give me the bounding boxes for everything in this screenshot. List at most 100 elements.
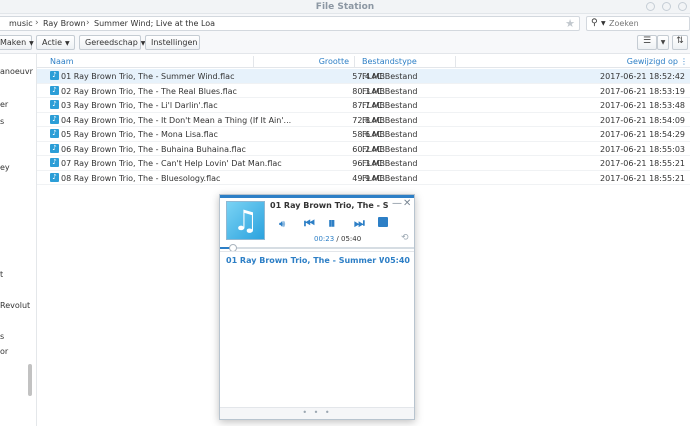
file-name: 08 Ray Brown Trio, The - Bluesology.flac xyxy=(61,173,221,183)
table-row[interactable]: ♪ 08 Ray Brown Trio, The - Bluesology.fla… xyxy=(37,171,690,185)
file-type: FLAC Bestand xyxy=(362,144,418,154)
column-divider[interactable] xyxy=(354,56,355,67)
minimize-icon[interactable]: — xyxy=(392,198,402,209)
sidebar-item[interactable]: ey xyxy=(0,163,10,172)
maximize-icon[interactable] xyxy=(678,2,687,11)
time-separator: / xyxy=(334,235,341,243)
column-name[interactable]: Naam xyxy=(50,57,74,66)
help-icon[interactable] xyxy=(646,2,655,11)
table-row[interactable]: ♪ 02 Ray Brown Trio, The - The Real Blues… xyxy=(37,84,690,98)
sidebar-item[interactable]: s xyxy=(0,117,4,126)
create-button[interactable]: Maken ▼ xyxy=(0,35,34,50)
album-cover: ♫ xyxy=(226,201,265,240)
audio-file-icon: ♪ xyxy=(50,85,59,95)
breadcrumb-ray-brown[interactable]: Ray Brown xyxy=(43,19,86,28)
file-type: FLAC Bestand xyxy=(362,101,418,110)
settings-button-label: Instellingen xyxy=(151,38,198,47)
star-icon[interactable]: ★ xyxy=(565,17,575,30)
audio-player: ♫ 01 Ray Brown Trio, The - Summer Wind —… xyxy=(219,194,415,420)
audio-file-icon: ♪ xyxy=(50,100,59,109)
chevron-down-icon: ▼ xyxy=(29,40,34,47)
sidebar-scrollbar[interactable] xyxy=(28,364,32,396)
chevron-down-icon: ▼ xyxy=(65,40,70,47)
file-modified: 2017-06-21 18:55:03 xyxy=(600,144,685,154)
time-current: 00:23 xyxy=(314,235,335,243)
chevron-down-icon[interactable]: ▼ xyxy=(657,35,669,50)
file-modified: 2017-06-21 18:53:48 xyxy=(600,101,685,110)
file-name: 07 Ray Brown Trio, The - Can't Help Lovi… xyxy=(61,159,282,168)
column-type[interactable]: Bestandstype xyxy=(362,57,417,66)
tools-button[interactable]: Gereedschap ▼ xyxy=(79,35,145,50)
file-modified: 2017-06-21 18:54:29 xyxy=(600,130,685,139)
search-icon: ⚲ xyxy=(591,18,598,28)
audio-file-icon: ♪ xyxy=(50,114,59,124)
playlist-item-name: 01 Ray Brown Trio, The - Summer Wind xyxy=(226,256,384,265)
breadcrumb-separator: › xyxy=(35,18,39,28)
file-type: FLAC Bestand xyxy=(362,115,418,125)
file-name: 06 Ray Brown Trio, The - Buhaina Buhaina… xyxy=(61,144,246,154)
sidebar-item[interactable]: or xyxy=(0,347,8,356)
file-type: FLAC Bestand xyxy=(362,72,418,81)
table-row[interactable]: ♪ 05 Ray Brown Trio, The - Mona Lisa.flac… xyxy=(37,127,690,142)
repeat-icon[interactable]: ⟲ xyxy=(401,233,409,243)
playlist: 01 Ray Brown Trio, The - Summer Wind 05:… xyxy=(220,251,414,406)
file-modified: 2017-06-21 18:52:42 xyxy=(600,72,685,81)
action-button[interactable]: Actie ▼ xyxy=(36,35,75,50)
table-row[interactable]: ♪ 07 Ray Brown Trio, The - Can't Help Lov… xyxy=(37,156,690,171)
previous-track-icon[interactable]: ⏮︎ xyxy=(304,216,315,231)
pause-icon[interactable]: ⏸︎ xyxy=(328,214,336,232)
action-button-label: Actie xyxy=(42,38,63,47)
list-view-icon[interactable]: ☰ xyxy=(637,35,657,50)
file-modified: 2017-06-21 18:55:21 xyxy=(600,159,685,168)
column-divider[interactable] xyxy=(455,56,456,67)
sidebar: anoeuvr er s ey t Revolut s or xyxy=(0,54,37,426)
file-name: 04 Ray Brown Trio, The - It Don't Mean a… xyxy=(61,115,292,125)
progress-bar[interactable] xyxy=(220,244,414,252)
player-accent-bar xyxy=(220,195,414,198)
file-type: FLAC Bestand xyxy=(362,173,418,183)
table-header: Naam Grootte Bestandstype Gewijzigd op ⋮ xyxy=(37,54,690,68)
next-track-icon[interactable]: ⏭︎ xyxy=(354,216,365,231)
file-type: FLAC Bestand xyxy=(362,130,418,139)
sidebar-item[interactable]: Revolut xyxy=(0,301,30,310)
player-time: 00:23 / 05:40 xyxy=(314,235,361,243)
sidebar-item[interactable]: anoeuvr xyxy=(0,67,33,76)
file-type: FLAC Bestand xyxy=(362,159,418,168)
minimize-icon[interactable] xyxy=(662,2,671,11)
column-options-icon[interactable]: ⋮ xyxy=(680,57,688,66)
search-box[interactable]: ⚲ ▼ Zoeken xyxy=(586,16,690,31)
table-row[interactable]: ♪ 06 Ray Brown Trio, The - Buhaina Buhain… xyxy=(37,142,690,156)
file-modified: 2017-06-21 18:53:19 xyxy=(600,86,685,96)
audio-file-icon: ♪ xyxy=(50,158,59,167)
audio-file-icon: ♪ xyxy=(50,172,59,182)
player-title: 01 Ray Brown Trio, The - Summer Wind xyxy=(270,201,388,210)
table-row[interactable]: ♪ 04 Ray Brown Trio, The - It Don't Mean … xyxy=(37,113,690,127)
playlist-item[interactable]: 01 Ray Brown Trio, The - Summer Wind 05:… xyxy=(226,256,410,268)
playlist-item-duration: 05:40 xyxy=(384,256,410,265)
resize-handle[interactable]: • • • xyxy=(220,407,414,419)
file-name: 01 Ray Brown Trio, The - Summer Wind.fla… xyxy=(61,72,235,81)
volume-icon[interactable]: 🔊︎ xyxy=(279,219,285,230)
window-title: File Station xyxy=(315,2,375,12)
audio-file-icon: ♪ xyxy=(50,71,59,80)
sort-icon[interactable]: ⇅ xyxy=(672,35,688,50)
audio-file-icon: ♪ xyxy=(50,143,59,153)
path-bar[interactable]: music › Ray Brown › Summer Wind; Live at… xyxy=(0,16,580,31)
column-divider[interactable] xyxy=(253,56,254,67)
settings-button[interactable]: Instellingen xyxy=(145,35,200,50)
create-button-label: Maken xyxy=(0,38,27,47)
stop-icon[interactable] xyxy=(378,217,388,227)
search-placeholder: Zoeken xyxy=(609,19,639,28)
sidebar-item[interactable]: s xyxy=(0,332,4,341)
chevron-down-icon[interactable]: ▼ xyxy=(601,20,606,27)
file-name: 05 Ray Brown Trio, The - Mona Lisa.flac xyxy=(61,130,218,139)
breadcrumb-album[interactable]: Summer Wind; Live at the Loa xyxy=(94,19,215,28)
column-modified[interactable]: Gewijzigd op xyxy=(627,57,678,66)
column-size[interactable]: Grootte xyxy=(319,57,349,66)
breadcrumb-music[interactable]: music xyxy=(9,19,33,28)
close-icon[interactable]: ✕ xyxy=(403,198,411,209)
sidebar-item[interactable]: er xyxy=(0,100,8,109)
sidebar-item[interactable]: t xyxy=(0,270,3,279)
table-row[interactable]: ♪ 03 Ray Brown Trio, The - Li'l Darlin'.f… xyxy=(37,98,690,113)
table-row[interactable]: ♪ 01 Ray Brown Trio, The - Summer Wind.fl… xyxy=(37,69,690,84)
